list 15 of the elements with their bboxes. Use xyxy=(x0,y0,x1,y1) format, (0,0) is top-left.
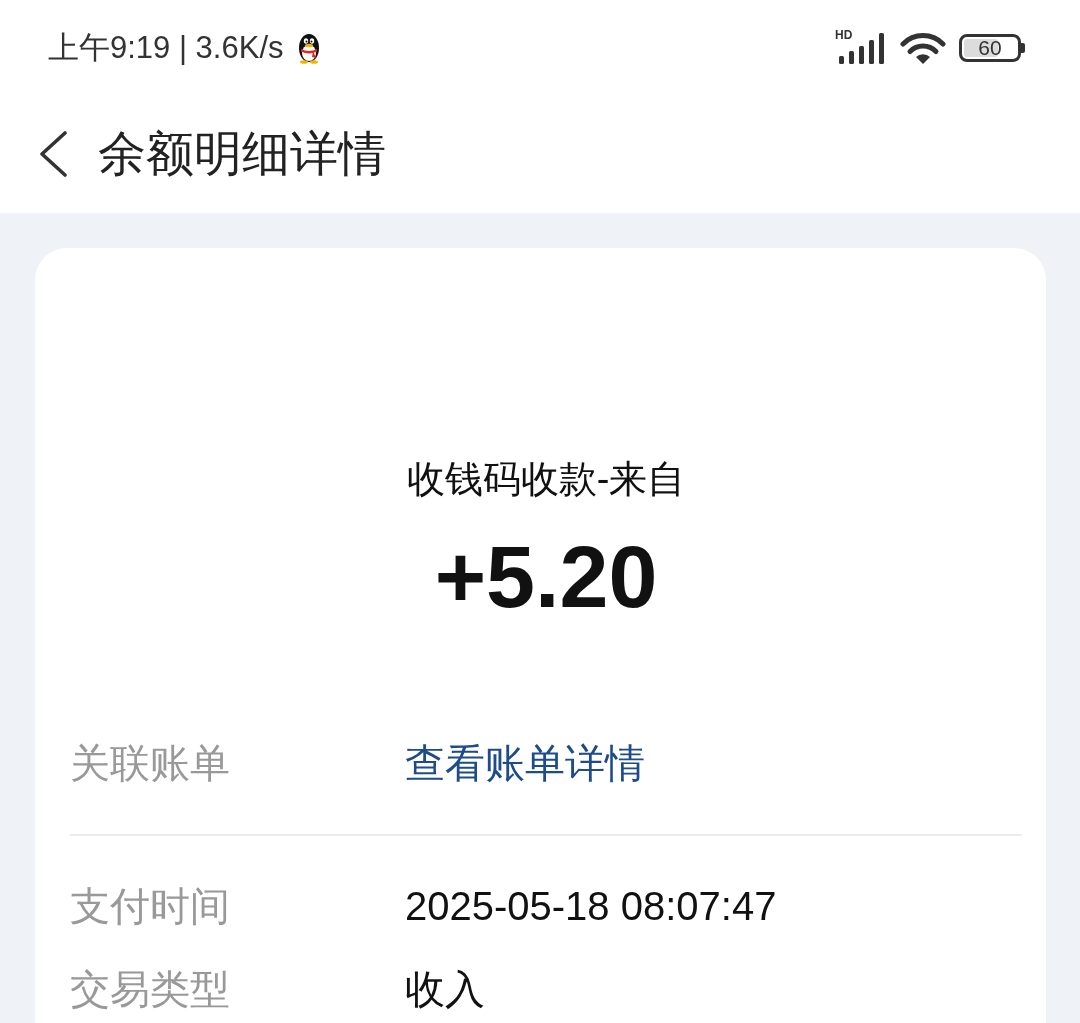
signal-icon xyxy=(837,31,887,64)
status-text: 上午9:19 | 3.6K/s xyxy=(48,28,284,67)
network-type-label: HD xyxy=(835,28,853,41)
page-title: 余额明细详情 xyxy=(98,126,386,182)
detail-label: 交易类型 xyxy=(70,966,230,1013)
detail-label: 支付时间 xyxy=(70,883,230,930)
wifi-icon xyxy=(900,30,946,65)
detail-link[interactable]: 查看账单详情 xyxy=(405,736,645,791)
amount-text: +5.20 xyxy=(433,527,659,627)
battery-percent: 60 xyxy=(978,36,1002,59)
transaction-title: 收钱码收款-来自 xyxy=(405,457,687,502)
detail-value: 2025-05-18 08:07:47 xyxy=(405,884,777,929)
chevron-left-icon xyxy=(38,131,68,177)
detail-label: 关联账单 xyxy=(70,740,230,787)
detail-value: 收入 xyxy=(405,966,485,1013)
